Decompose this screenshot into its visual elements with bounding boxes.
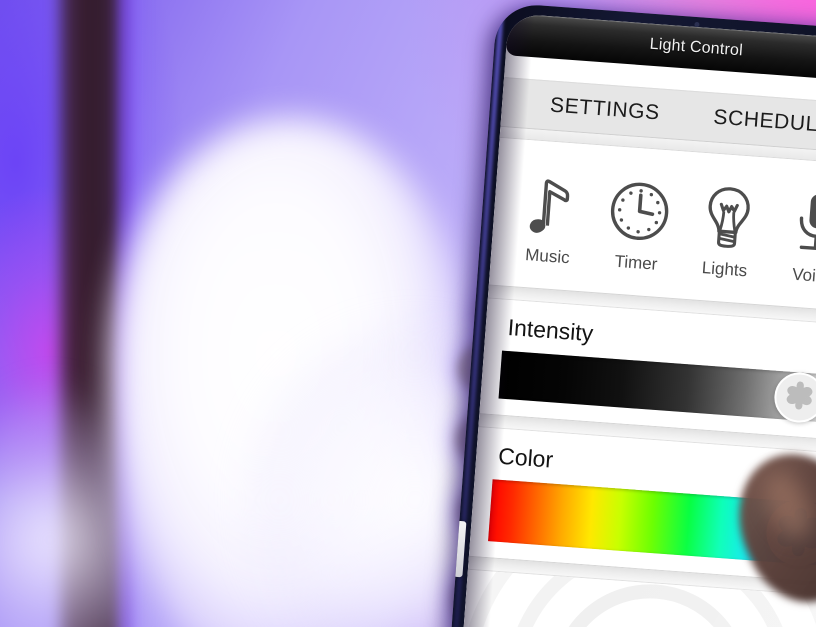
smartphone-device: Light Control SETTINGS SCHEDULE Music Ti… — [446, 2, 816, 627]
tab-settings[interactable]: SETTINGS — [545, 91, 665, 128]
shortcut-lights[interactable]: Lights — [682, 182, 773, 283]
shortcut-timer[interactable]: Timer — [593, 177, 684, 276]
shortcut-label-music: Music — [524, 245, 571, 268]
music-note-icon — [523, 172, 579, 238]
app-title-bar: Light Control — [505, 13, 816, 83]
microphone-icon — [790, 190, 816, 257]
app-title: Light Control — [649, 35, 744, 60]
phone-screen: Light Control SETTINGS SCHEDULE Music Ti… — [458, 13, 816, 627]
clover-knob-icon — [781, 377, 816, 418]
shortcut-icon-row: Music Timer Lights Voice — [488, 137, 816, 313]
screenshot-root: Light Control SETTINGS SCHEDULE Music Ti… — [0, 0, 816, 627]
shortcut-label-voice: Voice — [791, 264, 816, 287]
intensity-slider[interactable] — [498, 350, 816, 425]
clover-knob-icon — [771, 503, 816, 564]
intensity-slider-track[interactable] — [498, 350, 816, 425]
color-slider[interactable] — [488, 479, 816, 569]
shortcut-voice[interactable]: Voice — [770, 188, 816, 289]
light-bulb-icon — [699, 183, 758, 251]
shortcut-music[interactable]: Music — [505, 171, 596, 270]
shortcut-label-timer: Timer — [613, 251, 659, 274]
shortcut-label-lights: Lights — [701, 258, 748, 281]
tab-schedule[interactable]: SCHEDULE — [708, 103, 816, 140]
clock-icon — [607, 178, 673, 244]
